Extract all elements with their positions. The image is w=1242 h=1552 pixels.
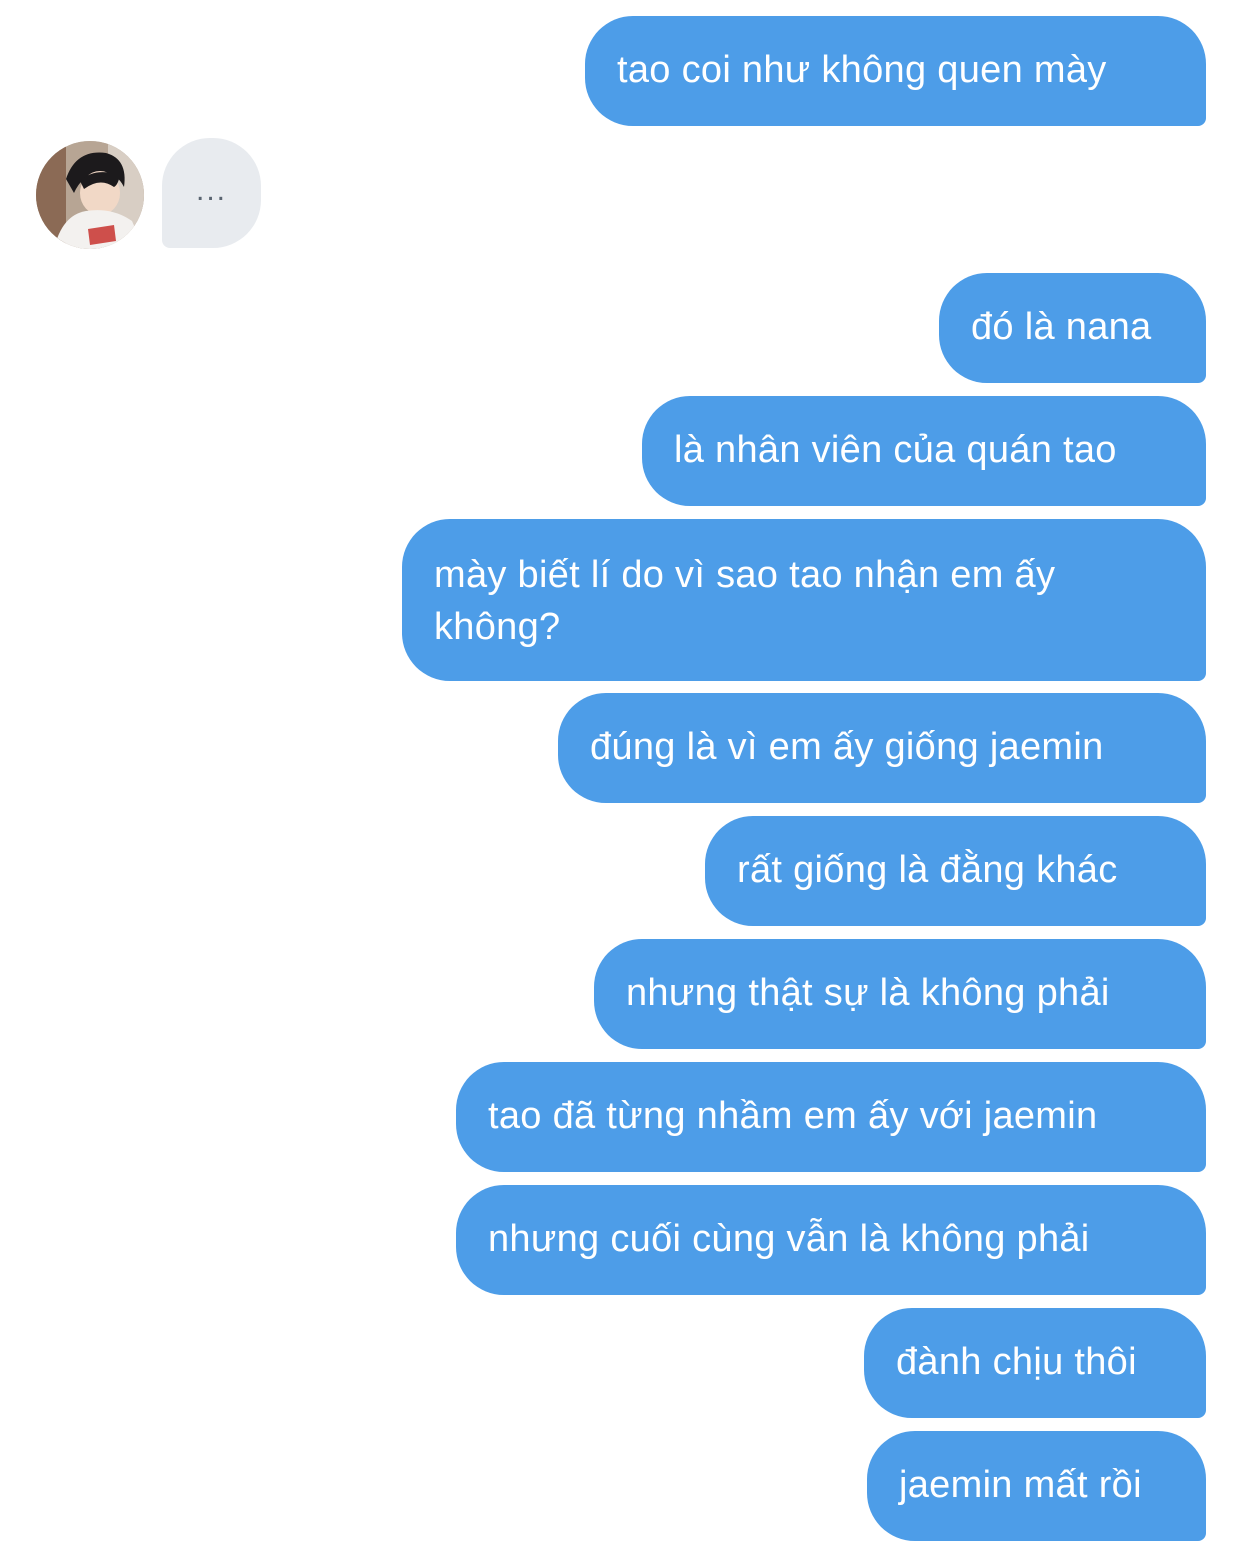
avatar-photo-icon	[36, 141, 144, 249]
message-text: là nhân viên của quán tao	[674, 429, 1117, 471]
message-text: jaemin mất rồi	[899, 1464, 1142, 1506]
sent-message[interactable]: nhưng thật sự là không phải	[594, 939, 1206, 1049]
message-text: rất giống là đằng khác	[737, 849, 1118, 891]
message-text: nhưng thật sự là không phải	[626, 972, 1110, 1014]
contact-avatar[interactable]	[36, 141, 144, 249]
sent-message[interactable]: mày biết lí do vì sao tao nhận em ấy khô…	[402, 519, 1206, 681]
sent-message[interactable]: nhưng cuối cùng vẫn là không phải	[456, 1185, 1206, 1295]
message-text: nhưng cuối cùng vẫn là không phải	[488, 1218, 1090, 1260]
typing-indicator: ...	[162, 138, 261, 248]
message-text: tao coi như không quen mày	[617, 49, 1107, 91]
message-text: đó là nana	[971, 306, 1152, 348]
message-text: tao đã từng nhầm em ấy với jaemin	[488, 1095, 1098, 1137]
message-text: đúng là vì em ấy giống jaemin	[590, 726, 1104, 768]
message-text: mày biết lí do vì sao tao nhận em ấy khô…	[434, 554, 1056, 648]
ellipsis-icon: ...	[195, 174, 227, 207]
sent-message[interactable]: đúng là vì em ấy giống jaemin	[558, 693, 1206, 803]
message-text: đành chịu thôi	[896, 1341, 1137, 1383]
sent-message[interactable]: tao đã từng nhầm em ấy với jaemin	[456, 1062, 1206, 1172]
sent-message[interactable]: là nhân viên của quán tao	[642, 396, 1206, 506]
sent-message[interactable]: jaemin mất rồi	[867, 1431, 1206, 1541]
sent-message[interactable]: tao coi như không quen mày	[585, 16, 1206, 126]
sent-message[interactable]: rất giống là đằng khác	[705, 816, 1206, 926]
sent-message[interactable]: đành chịu thôi	[864, 1308, 1206, 1418]
chat-screen: { "conversation": { "messages_sent": [ {…	[0, 0, 1242, 1552]
sent-message[interactable]: đó là nana	[939, 273, 1206, 383]
